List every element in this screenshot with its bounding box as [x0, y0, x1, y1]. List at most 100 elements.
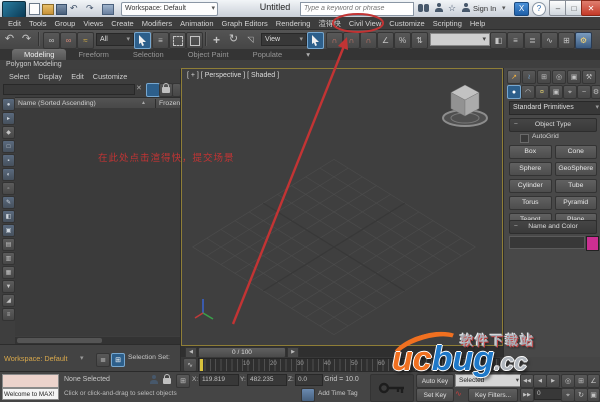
explorer-menu-customize[interactable]: Customize — [93, 72, 127, 81]
cameras-category-icon[interactable]: ▣ — [549, 85, 563, 99]
object-name-input[interactable] — [509, 236, 585, 249]
3dsmax-logo[interactable] — [2, 1, 26, 18]
cone-button[interactable]: Cone — [554, 145, 597, 159]
help-icon[interactable]: ? — [532, 2, 546, 16]
snap-toggle-3d-icon[interactable]: ∩ — [360, 32, 377, 49]
open-file-icon[interactable] — [42, 4, 54, 15]
sign-in-link[interactable]: Sign In — [473, 4, 496, 13]
track-bar[interactable]: ∿ 10 20 30 40 50 60 70 — [181, 357, 503, 372]
ribbon-tab-freeform[interactable]: Freeform — [66, 49, 120, 60]
explorer-tool-icon[interactable]: ● — [2, 98, 15, 111]
auto-key-button[interactable]: Auto Key — [416, 374, 454, 388]
go-to-end-icon[interactable]: ▶▶ — [520, 388, 534, 402]
x-coordinate-field[interactable]: 119.819 — [199, 374, 239, 386]
explorer-search-input[interactable] — [3, 84, 135, 95]
object-color-swatch[interactable] — [586, 236, 599, 251]
explorer-tool-icon[interactable]: ◆ — [2, 126, 15, 139]
explorer-tool-icon[interactable]: ▣ — [2, 224, 15, 237]
lights-category-icon[interactable]: ¤ — [535, 85, 549, 99]
perspective-viewport[interactable]: [ + ] [ Perspective ] [ Shaded ] — [181, 68, 503, 346]
selection-filter-dropdown[interactable]: All ▾ — [96, 33, 134, 46]
layer-manager-icon[interactable]: ≣ — [524, 32, 541, 49]
previous-frame-icon[interactable]: ◀ — [533, 374, 547, 388]
undo-toolbar-icon[interactable]: ↶ — [2, 32, 17, 47]
pan-view-icon[interactable]: ⌖ — [561, 388, 575, 402]
mini-curve-editor-icon[interactable]: ∿ — [183, 358, 197, 372]
spacewarps-category-icon[interactable]: ~ — [577, 85, 591, 99]
explorer-tool-icon[interactable]: ▫ — [2, 182, 15, 195]
geosphere-button[interactable]: GeoSphere — [554, 162, 597, 176]
save-file-icon[interactable] — [56, 4, 67, 15]
set-key-button[interactable]: Set Key — [416, 388, 454, 402]
menu-customize[interactable]: Customize — [385, 19, 428, 28]
spinner-snap-icon[interactable]: ⇅ — [411, 32, 428, 49]
explorer-tool-icon[interactable]: ▼ — [2, 280, 15, 293]
primitive-category-dropdown[interactable]: Standard Primitives ▾ — [509, 101, 600, 115]
explorer-lock-icon[interactable] — [159, 83, 173, 97]
select-and-link-icon[interactable]: ∞ — [43, 32, 60, 49]
favorites-star-icon[interactable]: ☆ — [448, 2, 456, 15]
menu-scripting[interactable]: Scripting — [429, 19, 466, 28]
key-filters-button[interactable]: Key Filters... — [468, 388, 518, 402]
menu-rendering[interactable]: Rendering — [272, 19, 315, 28]
menu-help[interactable]: Help — [466, 19, 489, 28]
menu-edit[interactable]: Edit — [4, 19, 25, 28]
zoom-extents-icon[interactable]: ⊞ — [574, 374, 588, 388]
maxscript-mini-listener-white[interactable]: Welcome to MAX! — [2, 388, 59, 400]
maxscript-mini-listener-pink[interactable] — [2, 374, 59, 388]
motion-tab-icon[interactable]: ◎ — [552, 70, 566, 84]
menu-civil-view[interactable]: Civil View — [345, 19, 385, 28]
explorer-pick-icon[interactable] — [172, 83, 181, 97]
explorer-tool-icon[interactable]: ▥ — [2, 252, 15, 265]
object-type-rollout[interactable]: − Object Type — [509, 118, 597, 132]
new-file-icon[interactable] — [29, 3, 40, 15]
play-animation-icon[interactable]: ▶ — [546, 374, 560, 388]
align-icon[interactable]: ≡ — [507, 32, 524, 49]
explorer-tool-icon[interactable]: ✎ — [2, 196, 15, 209]
selection-lock-icon[interactable]: ⊞ — [111, 353, 125, 367]
render-setup-icon[interactable]: ⚙ — [575, 32, 592, 49]
y-coordinate-field[interactable]: 482.235 — [247, 374, 287, 386]
notification-icon[interactable] — [149, 375, 158, 384]
add-time-tag[interactable]: Add Time Tag — [318, 389, 358, 399]
mirror-icon[interactable]: ◧ — [490, 32, 507, 49]
name-color-rollout[interactable]: − Name and Color — [509, 220, 597, 234]
schematic-view-icon[interactable]: ⊞ — [558, 32, 575, 49]
menu-group[interactable]: Group — [50, 19, 79, 28]
search-box[interactable] — [300, 2, 414, 16]
selection-lock-toggle-icon[interactable] — [163, 374, 171, 384]
named-selection-dropdown[interactable]: ▾ — [430, 33, 490, 46]
snap-toggle-25d-icon[interactable]: ∩ — [343, 32, 360, 49]
ribbon-minimize-icon[interactable]: ▾ — [294, 49, 322, 60]
menu-views[interactable]: Views — [79, 19, 107, 28]
menu-modifiers[interactable]: Modifiers — [138, 19, 176, 28]
signin-avatar-icon[interactable] — [461, 3, 470, 12]
select-by-name-icon[interactable]: ≡ — [152, 32, 169, 49]
bind-to-spacewarp-icon[interactable]: ≈ — [77, 32, 94, 49]
unlink-selection-icon[interactable]: ∞ — [60, 32, 77, 49]
menu-graph-editors[interactable]: Graph Editors — [218, 19, 272, 28]
explorer-menu-display[interactable]: Display — [38, 72, 62, 81]
explorer-filter-icon[interactable] — [146, 83, 160, 97]
angle-snap-icon[interactable]: ∠ — [377, 32, 394, 49]
shapes-category-icon[interactable]: ◠ — [521, 85, 535, 99]
explorer-tool-icon[interactable]: ◐ — [2, 168, 15, 181]
geometry-category-icon[interactable]: ● — [507, 85, 521, 99]
field-of-view-icon[interactable]: ∠ — [587, 374, 600, 388]
undo-icon[interactable]: ↶ — [70, 2, 78, 15]
explorer-tool-icon[interactable]: ◧ — [2, 210, 15, 223]
ribbon-tab-modeling[interactable]: Modeling — [12, 49, 67, 60]
ribbon-tab-selection[interactable]: Selection — [121, 49, 176, 60]
reference-coordinate-dropdown[interactable]: View ▾ — [261, 33, 307, 46]
select-object-icon[interactable] — [134, 32, 151, 49]
explorer-tool-icon[interactable]: □ — [2, 140, 15, 153]
box-button[interactable]: Box — [509, 145, 552, 159]
curve-editor-icon[interactable]: ∿ — [541, 32, 558, 49]
menu-xuandekuai[interactable]: 渲得快 — [314, 18, 345, 29]
menu-create[interactable]: Create — [107, 19, 138, 28]
go-to-start-icon[interactable]: ◀◀ — [520, 374, 534, 388]
autogrid-checkbox[interactable] — [520, 134, 529, 143]
display-tab-icon[interactable]: ▣ — [567, 70, 581, 84]
percent-snap-icon[interactable]: % — [394, 32, 411, 49]
key-filters-curve-icon[interactable]: ∿ — [455, 389, 462, 398]
